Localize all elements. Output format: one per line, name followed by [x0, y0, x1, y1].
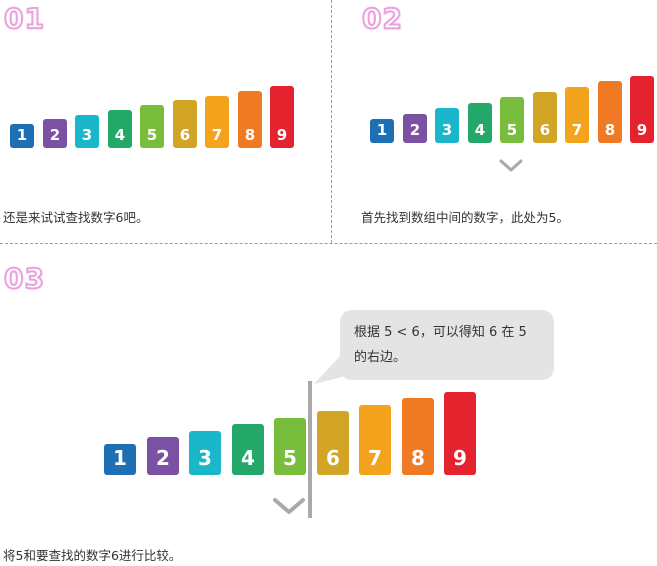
number-bar-2: 2	[43, 119, 67, 148]
step-number-2: 02	[361, 1, 403, 36]
speech-bubble: 根据 5 < 6，可以得知 6 在 5 的右边。	[340, 310, 554, 380]
number-bar-3: 3	[75, 115, 99, 148]
number-bar-8: 8	[238, 91, 262, 148]
number-bar-5: 5	[140, 105, 164, 148]
number-bar-1: 1	[370, 119, 394, 143]
number-bar-8: 8	[402, 398, 434, 475]
number-bar-6: 6	[533, 92, 557, 143]
number-bar-4: 4	[468, 103, 492, 143]
caption-1: 还是来试试查找数字6吧。	[3, 210, 149, 225]
number-bar-5: 5	[274, 418, 306, 475]
number-bar-7: 7	[205, 96, 229, 148]
chevron-down-icon	[499, 159, 523, 172]
number-bar-7: 7	[359, 405, 391, 475]
number-bar-7: 7	[565, 87, 589, 143]
caption-2: 首先找到数组中间的数字，此处为5。	[361, 210, 569, 225]
number-bar-9: 9	[444, 392, 476, 475]
step-number-3: 03	[3, 261, 45, 296]
number-bar-9: 9	[270, 86, 294, 148]
number-bar-8: 8	[598, 81, 622, 143]
chevron-down-icon	[273, 498, 305, 514]
step-number-1: 01	[3, 1, 45, 36]
number-bar-3: 3	[189, 431, 221, 475]
panel-divider-horizontal	[0, 243, 657, 244]
number-bar-6: 6	[317, 411, 349, 475]
number-bar-5: 5	[500, 97, 524, 143]
number-bar-4: 4	[232, 424, 264, 475]
caption-3: 将5和要查找的数字6进行比较。	[3, 548, 182, 563]
number-bar-2: 2	[403, 114, 427, 143]
number-bar-3: 3	[435, 108, 459, 143]
comparison-divider-line	[308, 381, 312, 518]
number-bar-2: 2	[147, 437, 179, 475]
number-bar-4: 4	[108, 110, 132, 148]
number-bar-1: 1	[104, 444, 136, 475]
bubble-line-2: 的右边。	[354, 350, 407, 365]
bubble-line-1: 根据 5 < 6，可以得知 6 在 5	[354, 325, 527, 340]
bubble-tail	[314, 354, 354, 384]
panel-divider-vertical	[331, 0, 332, 243]
number-bar-9: 9	[630, 76, 654, 143]
number-bar-1: 1	[10, 124, 34, 148]
number-bar-6: 6	[173, 100, 197, 148]
